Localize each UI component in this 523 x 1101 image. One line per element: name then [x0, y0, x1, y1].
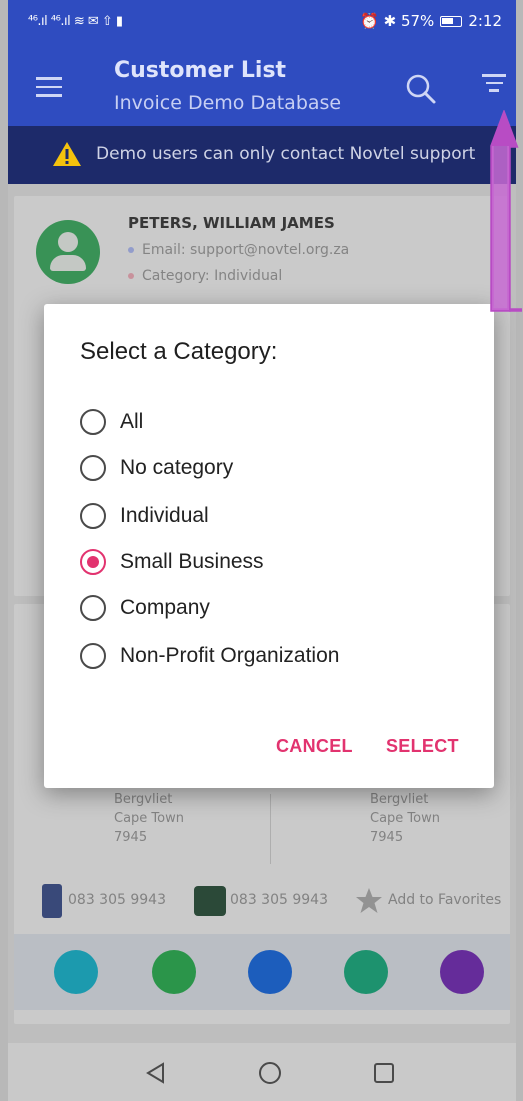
frame-border-right [516, 0, 523, 1101]
option-individual[interactable]: Individual [80, 498, 209, 534]
status-icons-left: ⁴⁶.ıl ⁴⁶.ıl ≋ ✉ ⇧ ▮ [28, 14, 123, 29]
frame-border-left [0, 0, 8, 1101]
filter-icon[interactable] [478, 74, 510, 106]
status-time: 2:12 [468, 12, 502, 30]
battery-icon [440, 15, 463, 27]
app-bar: Customer List Invoice Demo Database [8, 50, 516, 126]
radio-button[interactable] [80, 503, 106, 529]
option-label: Individual [120, 504, 209, 527]
cancel-button[interactable]: CANCEL [276, 736, 353, 757]
radio-button[interactable] [80, 409, 106, 435]
status-bar: ⁴⁶.ıl ⁴⁶.ıl ≋ ✉ ⇧ ▮ ⏰ ✱ 57% 2:12 [8, 0, 516, 50]
radio-button[interactable] [80, 595, 106, 621]
status-icons-right: ⏰ ✱ 57% 2:12 [360, 12, 502, 30]
radio-button-selected[interactable] [80, 549, 106, 575]
page-subtitle: Invoice Demo Database [114, 92, 342, 114]
select-button[interactable]: SELECT [386, 736, 459, 757]
option-non-profit[interactable]: Non-Profit Organization [80, 638, 339, 674]
banner-text: Demo users can only contact Novtel suppo… [96, 144, 476, 164]
search-icon[interactable] [402, 70, 442, 110]
recents-square-icon[interactable] [372, 1061, 396, 1085]
option-label: All [120, 410, 144, 433]
system-nav-bar [8, 1043, 516, 1101]
hamburger-icon[interactable] [36, 77, 62, 97]
warning-icon [52, 141, 82, 167]
status-indicators: ⏰ ✱ 57% [360, 12, 435, 30]
radio-button[interactable] [80, 643, 106, 669]
option-label: No category [120, 456, 234, 479]
option-no-category[interactable]: No category [80, 450, 233, 486]
option-all[interactable]: All [80, 404, 143, 440]
category-dialog: Select a Category: All No category Indiv… [44, 304, 494, 788]
back-triangle-icon[interactable] [144, 1061, 168, 1085]
page-title: Customer List [114, 58, 287, 83]
option-label: Small Business [120, 550, 264, 573]
home-circle-icon[interactable] [258, 1061, 282, 1085]
demo-warning-banner: Demo users can only contact Novtel suppo… [8, 126, 516, 184]
radio-button[interactable] [80, 455, 106, 481]
dialog-title: Select a Category: [80, 338, 278, 365]
option-small-business[interactable]: Small Business [80, 544, 264, 580]
option-company[interactable]: Company [80, 590, 210, 626]
option-label: Non-Profit Organization [120, 644, 340, 667]
app-screen: ⁴⁶.ıl ⁴⁶.ıl ≋ ✉ ⇧ ▮ ⏰ ✱ 57% 2:12 Custome… [0, 0, 523, 1101]
option-label: Company [120, 596, 210, 619]
